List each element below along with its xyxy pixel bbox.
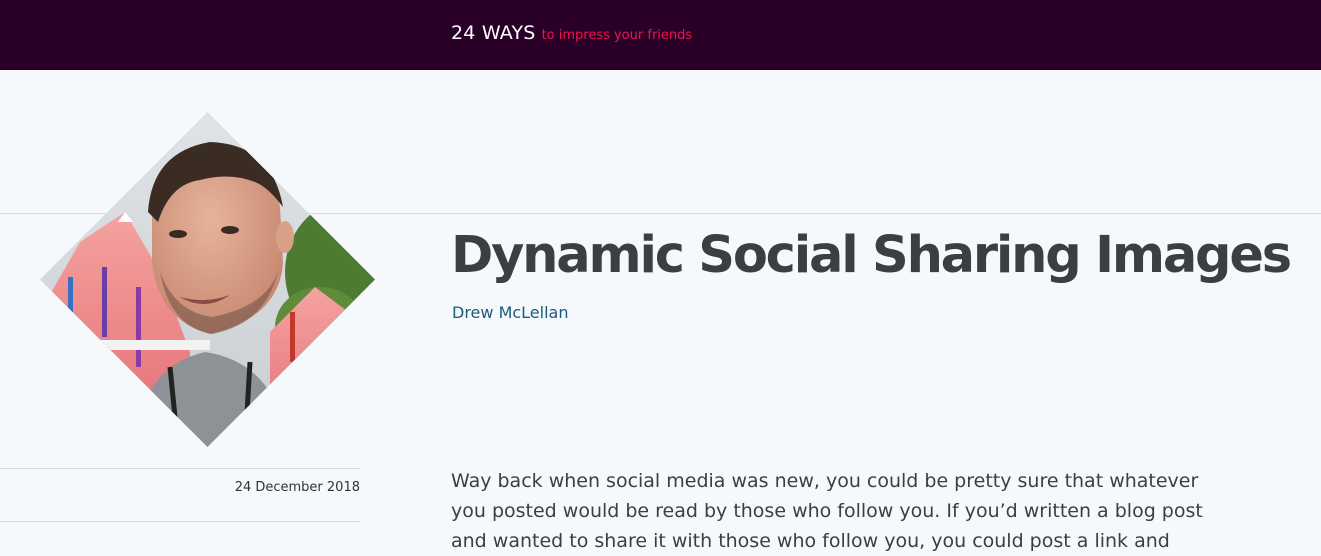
author-avatar-image bbox=[40, 112, 375, 447]
brand-name: 24 WAYS bbox=[451, 22, 536, 44]
author-photo bbox=[40, 112, 375, 447]
article-intro: Way back when social media was new, you … bbox=[451, 470, 1203, 552]
site-logo-link[interactable]: 24 WAYS to impress your friends bbox=[451, 22, 692, 44]
author-link[interactable]: Drew McLellan bbox=[452, 303, 568, 322]
article-title: Dynamic Social Sharing Images bbox=[451, 226, 1292, 285]
brand-tagline: to impress your friends bbox=[541, 28, 693, 43]
site-header: 24 WAYS to impress your friends bbox=[0, 0, 1321, 70]
publish-date: 24 December 2018 bbox=[234, 480, 360, 495]
date-divider-top bbox=[0, 468, 360, 469]
date-divider-bottom bbox=[0, 521, 360, 522]
